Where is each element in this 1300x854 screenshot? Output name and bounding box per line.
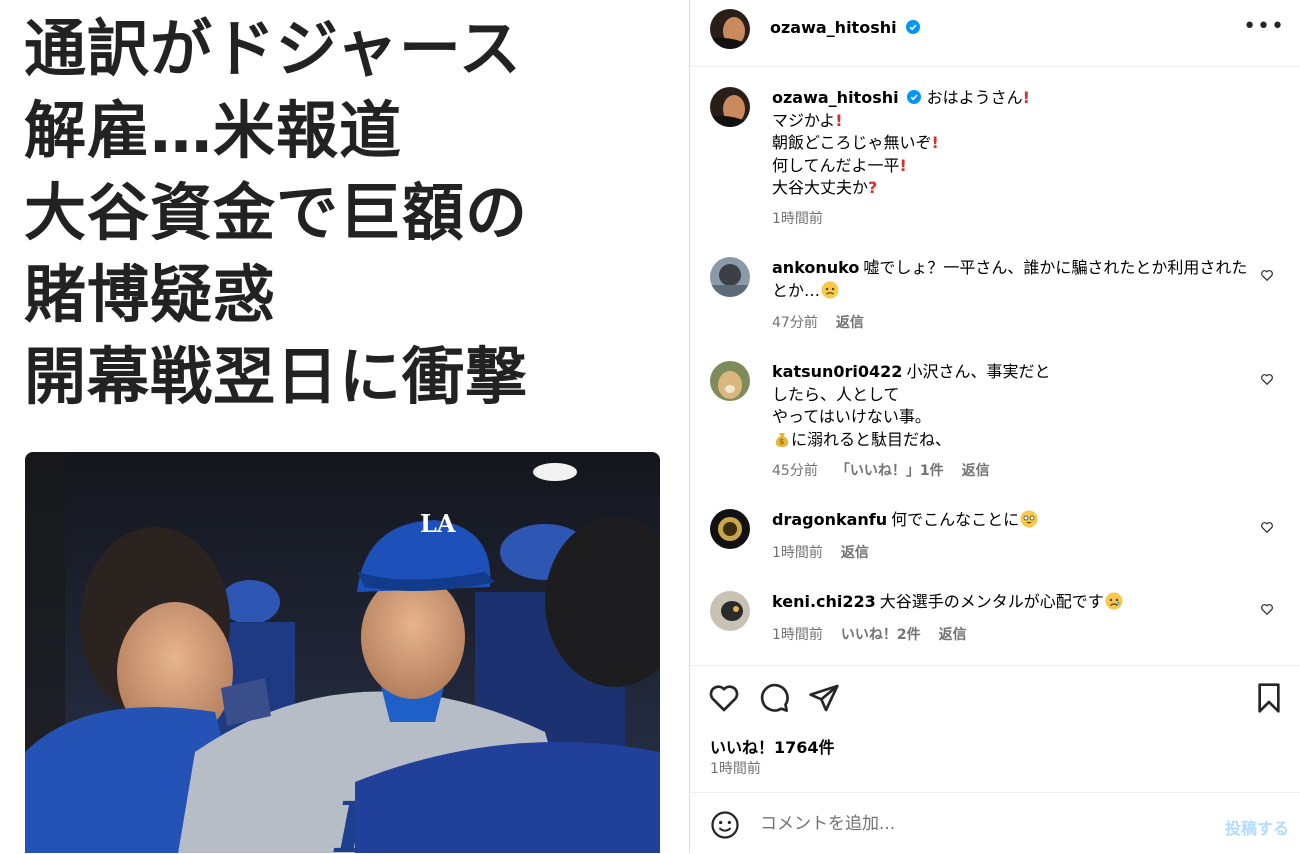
commenter-avatar[interactable]	[710, 591, 750, 631]
caption-line-3: 朝飯どころじゃ無いぞ	[772, 133, 932, 152]
svg-text:$: $	[779, 437, 784, 446]
caption-username[interactable]: ozawa_hitoshi	[772, 88, 899, 107]
heart-icon[interactable]	[708, 682, 740, 714]
caption-line-1: おはようさん	[926, 88, 1023, 107]
comments-list: ozawa_hitoshi おはようさん! マジかよ! 朝飯どころじゃ無いぞ! 何…	[690, 67, 1300, 664]
sad-face-icon	[1105, 592, 1123, 610]
comment-item: keni.chi223 大谷選手のメンタルが心配です 1時間前 いいね！2件 返信	[710, 591, 1273, 651]
comment-text: ankonuko 嘘でしょ？一平さん、誰かに騙されたとか利用されたとか…	[772, 257, 1252, 302]
caption-time: 1時間前	[772, 211, 823, 227]
svg-text:LA: LA	[420, 509, 456, 538]
comment-time: 1時間前	[772, 627, 823, 643]
caption-text: ozawa_hitoshi おはようさん! マジかよ! 朝飯どころじゃ無いぞ! 何…	[772, 87, 1252, 200]
exclamation-icon: !	[931, 133, 939, 152]
author-username[interactable]: ozawa_hitoshi	[770, 18, 897, 37]
share-icon[interactable]	[808, 682, 840, 714]
comment-username[interactable]: ankonuko	[772, 258, 859, 277]
news-photo: LA D	[25, 452, 660, 853]
comment-time: 1時間前	[772, 545, 823, 561]
caption-meta: 1時間前	[772, 208, 841, 228]
verified-badge-icon	[905, 20, 920, 34]
comment-meta: 45分前 「いいね！」1件 返信	[772, 460, 1008, 480]
comment-username[interactable]: dragonkanfu	[772, 510, 887, 529]
author-avatar-image	[710, 9, 750, 49]
emoji-icon[interactable]	[710, 810, 740, 840]
headline-line-5: 開幕戦翌日に衝撃	[24, 340, 529, 413]
headline-line-4: 賭博疑惑	[24, 258, 277, 331]
question-mark-icon: ?	[868, 178, 878, 197]
post-header: ozawa_hitoshi •••	[690, 0, 1300, 67]
commenter-avatar-image	[710, 591, 750, 631]
caption-item: ozawa_hitoshi おはようさん! マジかよ! 朝飯どころじゃ無いぞ! 何…	[710, 87, 1270, 227]
author-avatar-small[interactable]	[710, 87, 750, 127]
reply-button[interactable]: 返信	[841, 545, 869, 561]
headline-line-3: 大谷資金で巨額の	[24, 176, 529, 249]
comment-item: ankonuko 嘘でしょ？一平さん、誰かに騙されたとか利用されたとか… 47分前…	[710, 257, 1273, 337]
commenter-avatar[interactable]	[710, 509, 750, 549]
comment-time: 45分前	[772, 463, 818, 479]
flushed-face-icon	[1020, 510, 1038, 528]
comment-meta: 1時間前 返信	[772, 542, 887, 562]
more-options-icon[interactable]: •••	[1243, 14, 1285, 39]
comment-line-2: したら、人として	[772, 384, 900, 404]
comment-meta: 1時間前 いいね！2件 返信	[772, 624, 985, 644]
post-panel: ozawa_hitoshi ••• ozawa_hitoshi おはようさん! マ…	[689, 0, 1300, 853]
comment-line-4: に溺れると駄目だね、	[791, 429, 952, 449]
headline-line-2: 解雇…米報道	[24, 94, 403, 167]
exclamation-icon: !	[835, 110, 843, 130]
like-comment-heart-icon[interactable]	[1260, 268, 1274, 282]
comment-username[interactable]: katsun0ri0422	[772, 362, 902, 381]
add-comment-bar: 投稿する	[690, 792, 1300, 854]
verified-badge-icon	[906, 90, 921, 104]
like-comment-heart-icon[interactable]	[1260, 520, 1274, 534]
comment-text: dragonkanfu 何でこんなことに	[772, 509, 1252, 532]
exclamation-icon: !	[899, 155, 907, 175]
comment-icon[interactable]	[758, 682, 790, 714]
caption-line-4: 何してんだよ一平	[772, 155, 900, 175]
headline: 通訳がドジャース 解雇…米報道 大谷資金で巨額の 賭博疑惑 開幕戦翌日に衝撃	[24, 8, 528, 418]
author-line: ozawa_hitoshi	[770, 18, 920, 37]
commenter-avatar-image	[710, 509, 750, 549]
comment-item: dragonkanfu 何でこんなことに 1時間前 返信	[710, 509, 1273, 569]
commenter-avatar[interactable]	[710, 257, 750, 297]
comment-username[interactable]: keni.chi223	[772, 592, 876, 611]
reply-button[interactable]: 返信	[962, 463, 990, 479]
bookmark-icon[interactable]	[1253, 682, 1285, 714]
comment-meta: 47分前 返信	[772, 312, 882, 332]
worried-face-icon	[821, 281, 839, 298]
reply-button[interactable]: 返信	[836, 315, 864, 331]
exclamation-icon: !	[1022, 88, 1030, 107]
likes-count[interactable]: いいね！1764件	[710, 734, 835, 758]
comment-time: 47分前	[772, 315, 818, 331]
post-media: 通訳がドジャース 解雇…米報道 大谷資金で巨額の 賭博疑惑 開幕戦翌日に衝撃 L…	[0, 0, 689, 853]
money-bag-icon: $	[775, 432, 789, 447]
comment-item: katsun0ri0422 小沢さん、事実だと したら、人として やってはいけない…	[710, 361, 1273, 481]
post-comment-button[interactable]: 投稿する	[1225, 815, 1289, 839]
commenter-avatar[interactable]	[710, 361, 750, 401]
comment-line-3: やってはいけない事。	[772, 407, 931, 426]
comment-line-1: 小沢さん、事実だと	[906, 362, 1051, 381]
caption-line-2: マジかよ	[772, 110, 836, 130]
headline-line-1: 通訳がドジャース	[24, 12, 522, 85]
author-avatar-image	[710, 87, 750, 127]
comment-input[interactable]	[758, 809, 1202, 839]
commenter-avatar-image	[710, 361, 750, 401]
comment-likes[interactable]: 「いいね！」1件	[836, 463, 944, 479]
comment-text: keni.chi223 大谷選手のメンタルが心配です	[772, 591, 1252, 614]
author-avatar[interactable]	[710, 9, 750, 49]
comment-text: katsun0ri0422 小沢さん、事実だと したら、人として やってはいけない…	[772, 361, 1252, 451]
comment-body: 大谷選手のメンタルが心配です	[879, 592, 1104, 611]
comment-likes[interactable]: いいね！2件	[841, 627, 921, 643]
like-comment-heart-icon[interactable]	[1260, 372, 1274, 386]
action-bar	[690, 665, 1300, 730]
post-time[interactable]: 1時間前	[710, 758, 761, 778]
commenter-avatar-image	[710, 257, 750, 297]
like-comment-heart-icon[interactable]	[1260, 602, 1274, 616]
caption-line-5: 大谷大丈夫か	[772, 178, 869, 197]
reply-button[interactable]: 返信	[939, 627, 967, 643]
dugout-photo: LA D	[25, 452, 660, 853]
comment-body: 何でこんなことに	[891, 510, 1020, 529]
